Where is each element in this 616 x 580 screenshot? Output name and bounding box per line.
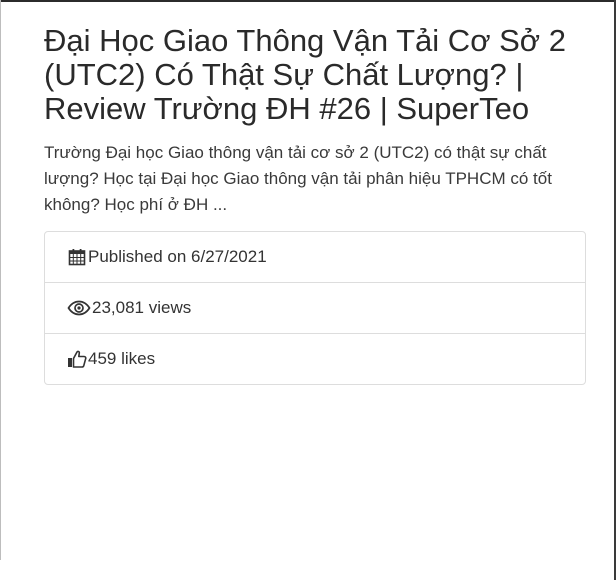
published-date-row: Published on 6/27/2021 (45, 232, 585, 282)
window-left-border (0, 0, 1, 560)
video-description: Trường Đại học Giao thông vận tải cơ sở … (44, 143, 552, 214)
calendar-icon (67, 247, 87, 267)
likes-text: 459 likes (88, 349, 156, 368)
views-row: 23,081 views (45, 282, 585, 333)
video-title: Đại Học Giao Thông Vận Tải Cơ Sở 2 (UTC2… (44, 23, 566, 126)
eye-icon (67, 298, 91, 318)
likes-row: 459 likes (45, 333, 585, 384)
views-text: 23,081 views (92, 298, 192, 317)
video-info-panel: Đại Học Giao Thông Vận Tải Cơ Sở 2 (UTC2… (44, 24, 590, 385)
published-date-text: Published on 6/27/2021 (88, 247, 267, 266)
window-top-border (0, 0, 616, 2)
video-stats-list: Published on 6/27/2021 23,081 views 459 … (44, 231, 586, 385)
thumbs-up-icon (67, 349, 87, 369)
